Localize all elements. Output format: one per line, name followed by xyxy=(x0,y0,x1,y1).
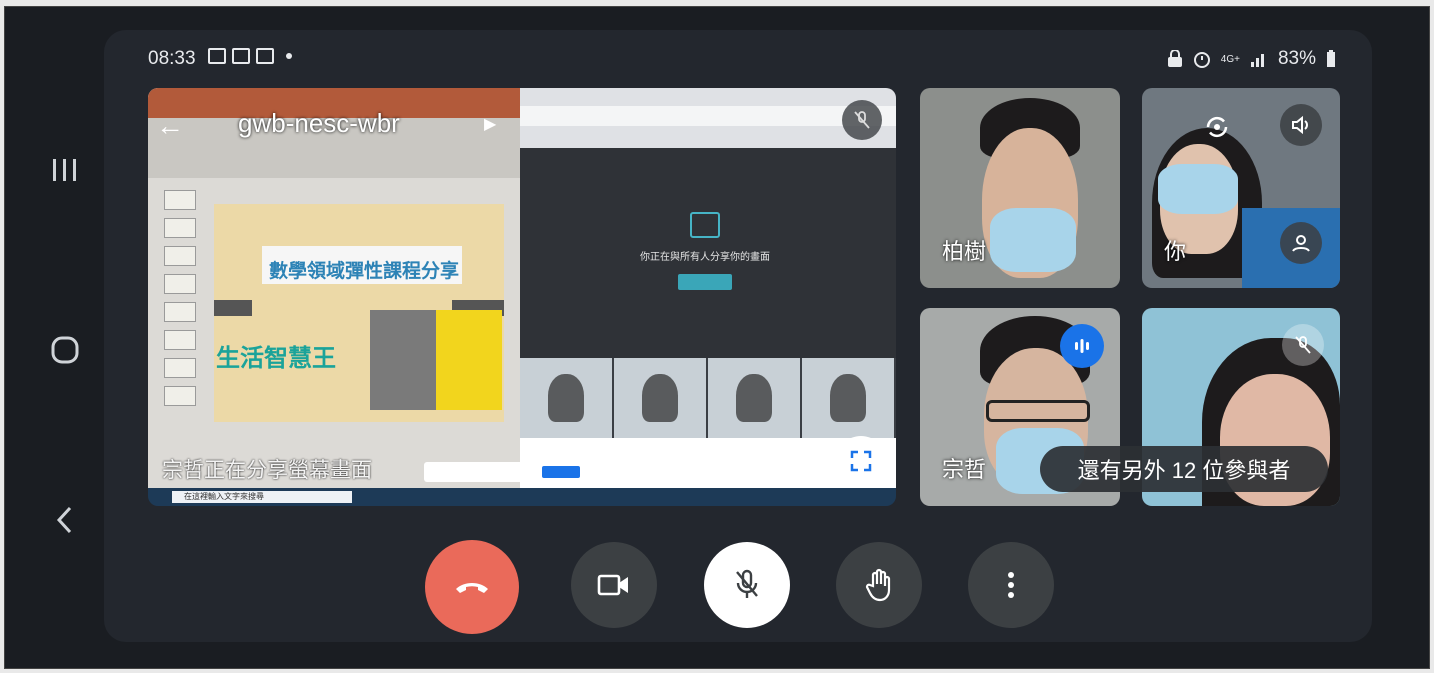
notification-icons xyxy=(208,48,292,64)
end-call-icon xyxy=(456,583,488,593)
message-notification-icon xyxy=(256,48,274,64)
slide-thumbnails xyxy=(156,183,196,453)
battery-percent: 83% xyxy=(1277,48,1316,69)
taskbar-search: 在這裡輸入文字來搜尋 xyxy=(172,491,352,503)
shared-powerpoint: 數學領域彈性課程分享 生活智慧王 xyxy=(148,88,520,488)
browser-toolbar xyxy=(520,88,896,148)
slide-illustration xyxy=(370,310,502,410)
camera-icon xyxy=(597,574,628,596)
slide-thumbnail xyxy=(164,218,196,238)
message-notification-icon xyxy=(232,48,250,64)
alarm-icon xyxy=(1193,52,1210,68)
background-effects-button[interactable] xyxy=(1280,222,1322,264)
glasses xyxy=(986,400,1090,422)
shared-browser: 你正在與所有人分享你的畫面 xyxy=(520,88,896,488)
raise-hand-button[interactable] xyxy=(836,542,922,628)
slide-thumbnail xyxy=(164,330,196,350)
speaker-icon xyxy=(1292,115,1308,135)
switch-camera-icon xyxy=(1206,116,1228,138)
presentation-tile[interactable]: 數學領域彈性課程分享 生活智慧王 你正在與所有人分享你的畫面 在這裡輸入文字來搜… xyxy=(148,88,896,506)
image-notification-icon xyxy=(208,48,226,64)
switch-camera-button[interactable] xyxy=(1196,106,1238,148)
muted-indicator xyxy=(1282,324,1324,366)
more-options-button[interactable] xyxy=(968,542,1054,628)
lock-icon xyxy=(1167,50,1182,67)
presenter-caption: 宗哲正在分享螢幕畫面 xyxy=(162,459,372,482)
present-icon xyxy=(690,212,720,238)
speaker-button[interactable] xyxy=(1280,104,1322,146)
windows-taskbar: 在這裡輸入文字來搜尋 xyxy=(148,488,896,506)
inner-participant-strip xyxy=(520,358,896,438)
participant-name: 柏樹 xyxy=(942,239,987,264)
home-icon xyxy=(51,336,79,364)
participant-thumbnail xyxy=(614,358,706,438)
more-participants-chip[interactable]: 還有另外 12 位參與者 xyxy=(1040,446,1328,492)
presenter-muted-indicator xyxy=(842,100,882,140)
participant-name: 宗哲 xyxy=(942,457,987,482)
participant-tile[interactable]: 柏樹 xyxy=(920,88,1120,288)
home-button[interactable] xyxy=(30,320,100,380)
network-type: 4G+ xyxy=(1220,53,1240,65)
fullscreen-icon xyxy=(850,450,872,472)
status-time: 08:33 xyxy=(148,48,196,69)
slide-subtitle: 生活智慧王 xyxy=(216,343,336,372)
slide-thumbnail xyxy=(164,246,196,266)
current-slide: 數學領域彈性課程分享 生活智慧王 xyxy=(214,204,504,422)
browser-address-bar xyxy=(520,106,896,126)
slide-thumbnail xyxy=(164,302,196,322)
participant-name: 你 xyxy=(1164,239,1187,264)
recents-button[interactable] xyxy=(30,140,100,200)
speaking-indicator xyxy=(1060,324,1104,368)
slide-thumbnail xyxy=(164,274,196,294)
camera-toggle-button[interactable] xyxy=(571,542,657,628)
status-right: 4G+ 83% xyxy=(1167,48,1336,70)
back-button[interactable] xyxy=(30,490,100,550)
status-bar: 08:33 4G+ 83% xyxy=(148,44,1348,74)
popup-button xyxy=(542,466,580,478)
back-icon xyxy=(56,506,72,534)
more-notifications-icon xyxy=(286,53,292,59)
participant-thumbnail xyxy=(708,358,800,438)
slide-divider xyxy=(214,300,252,316)
slide-illustration-panel xyxy=(436,310,502,410)
mic-off-icon xyxy=(854,111,870,129)
back-arrow-icon[interactable]: ← xyxy=(156,110,184,142)
slide-thumbnail xyxy=(164,386,196,406)
face-mask xyxy=(990,208,1076,272)
fullscreen-button[interactable] xyxy=(836,436,886,486)
android-nav-bar xyxy=(30,120,100,540)
caret-right-icon[interactable]: ▶ xyxy=(484,114,496,134)
recents-icon xyxy=(53,159,76,181)
mic-off-icon xyxy=(736,569,758,598)
audio-level-icon xyxy=(1075,339,1089,353)
person-effects-icon xyxy=(1292,235,1310,252)
battery-icon xyxy=(1327,50,1335,67)
participant-tile-self[interactable]: 你 xyxy=(1142,88,1340,288)
meeting-code[interactable]: gwb-nesc-wbr xyxy=(238,108,400,139)
stop-sharing-button xyxy=(678,274,732,290)
participant-thumbnail xyxy=(802,358,894,438)
slide-thumbnail xyxy=(164,190,196,210)
mic-toggle-button[interactable] xyxy=(704,542,790,628)
more-vert-icon xyxy=(1008,572,1014,598)
hand-icon xyxy=(865,568,891,602)
signal-icon xyxy=(1250,54,1264,67)
face-mask xyxy=(1158,164,1238,214)
slide-thumbnail xyxy=(164,358,196,378)
sharing-popup xyxy=(424,462,622,482)
inner-meet-view: 你正在與所有人分享你的畫面 xyxy=(520,148,896,358)
end-call-button[interactable] xyxy=(425,540,519,634)
inner-share-text: 你正在與所有人分享你的畫面 xyxy=(640,252,770,263)
mic-off-icon xyxy=(1295,336,1311,354)
slide-title: 數學領域彈性課程分享 xyxy=(268,260,459,282)
participant-thumbnail xyxy=(520,358,612,438)
